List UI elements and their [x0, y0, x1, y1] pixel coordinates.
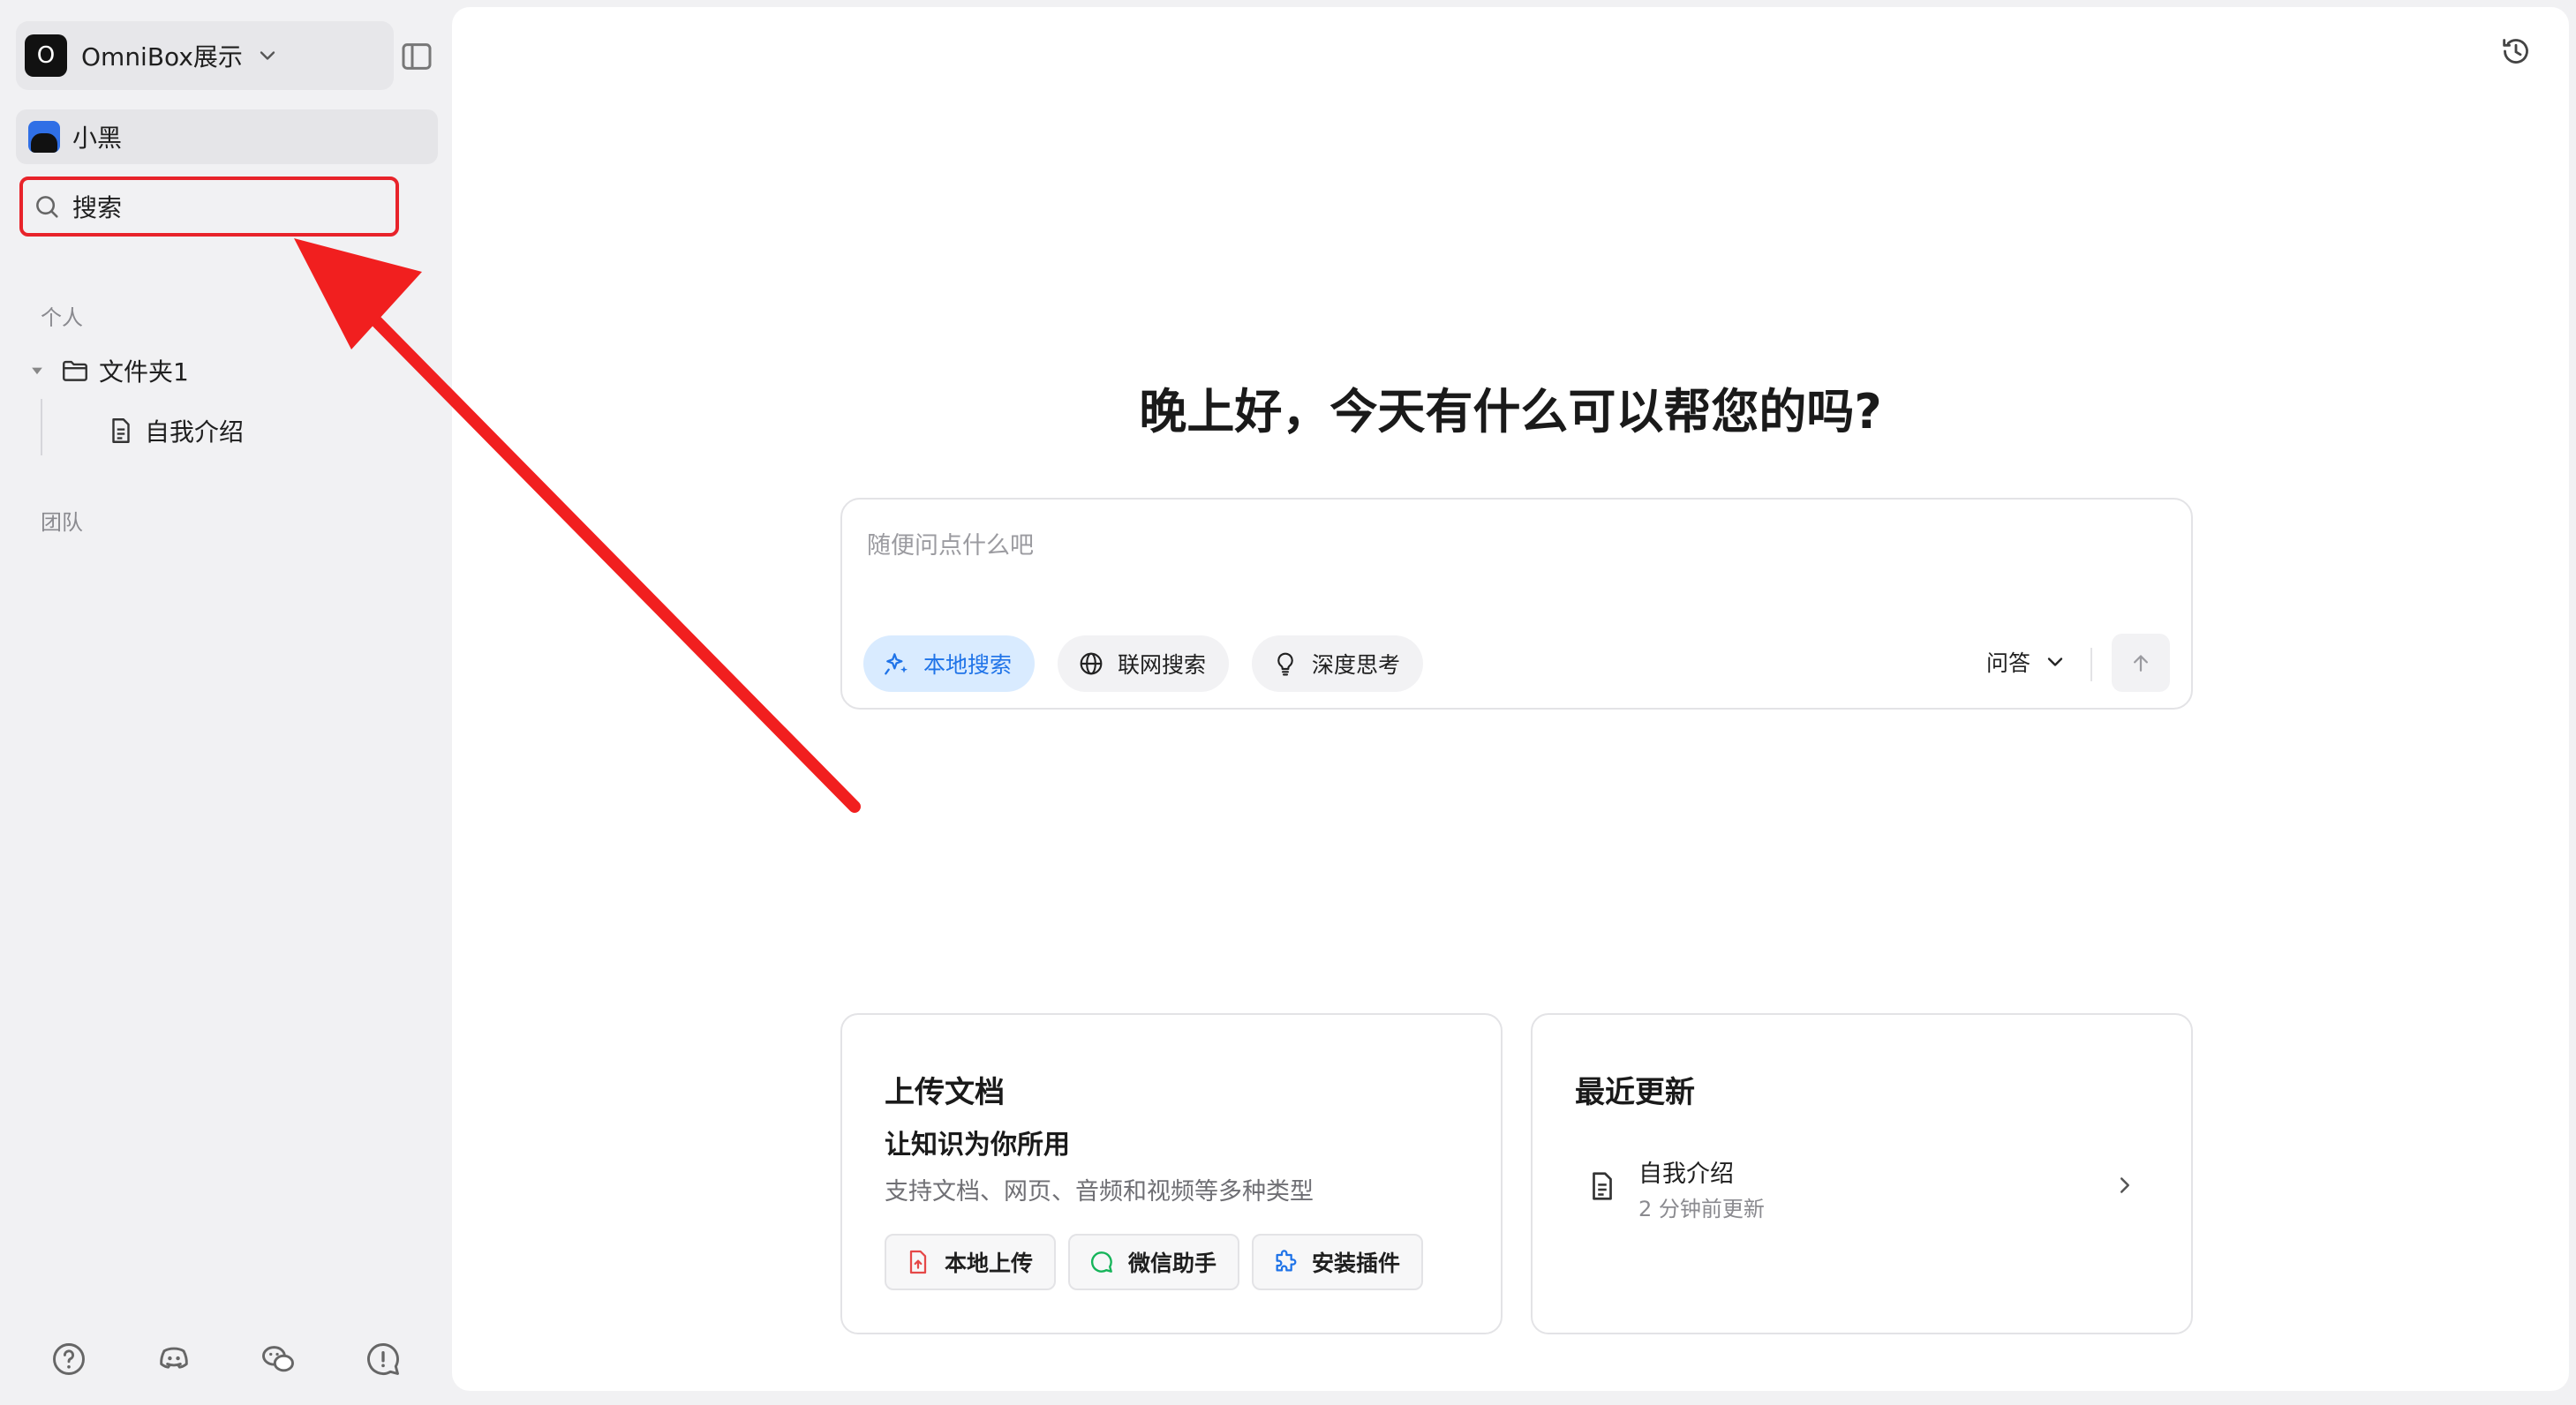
user-item[interactable]: 小黑 [16, 109, 438, 164]
doc-label: 自我介绍 [145, 417, 245, 447]
wechat-icon[interactable] [259, 1340, 298, 1379]
user-avatar [28, 121, 60, 153]
section-team: 团队 [41, 510, 83, 535]
toolbar-divider [2090, 648, 2092, 681]
help-icon[interactable] [49, 1340, 88, 1379]
tree-doc[interactable]: 自我介绍 [106, 413, 244, 448]
sparkle-icon [885, 653, 908, 675]
caret-down-icon[interactable] [28, 362, 46, 379]
upload-card-title: 上传文档 [885, 1075, 1005, 1110]
local-search-chip[interactable]: 本地搜索 [863, 635, 1036, 692]
wechat-helper-label: 微信助手 [1128, 1251, 1217, 1276]
deep-think-label: 深度思考 [1312, 652, 1401, 678]
mode-select-value: 问答 [1985, 650, 2030, 676]
recent-card-title: 最近更新 [1575, 1075, 1695, 1110]
local-search-label: 本地搜索 [923, 652, 1013, 678]
puzzle-icon [1276, 1250, 1297, 1272]
local-upload-button[interactable]: 本地上传 [885, 1234, 1057, 1290]
tree-folder[interactable]: 文件夹1 [28, 353, 189, 388]
web-search-chip[interactable]: 联网搜索 [1058, 635, 1230, 692]
greeting-heading: 晚上好，今天有什么可以帮您的吗? [1139, 384, 1882, 440]
web-search-label: 联网搜索 [1118, 652, 1207, 678]
workspace-avatar: O [25, 34, 67, 77]
chevron-down-icon [260, 51, 275, 60]
mode-select[interactable]: 问答 [1986, 646, 2068, 678]
workspace-switcher[interactable]: O OmniBox展示 [16, 21, 394, 90]
chat-input-placeholder[interactable]: 随便问点什么吧 [867, 526, 1034, 560]
install-plugin-button[interactable]: 安装插件 [1252, 1234, 1424, 1290]
folder-label: 文件夹1 [99, 357, 189, 387]
user-name: 小黑 [72, 124, 123, 153]
tree-guide-line [41, 399, 42, 455]
main-panel: 晚上好，今天有什么可以帮您的吗? 随便问点什么吧 本地搜索 联网搜索 深度思考 … [452, 7, 2569, 1391]
search-icon [36, 196, 58, 218]
section-personal: 个人 [41, 305, 83, 330]
sidebar: O OmniBox展示 小黑 搜索 个人 文件夹1 自我介绍 团队 [0, 0, 452, 1405]
deep-think-chip[interactable]: 深度思考 [1252, 635, 1424, 692]
history-icon[interactable] [2498, 34, 2534, 69]
search-button[interactable]: 搜索 [19, 177, 399, 237]
recent-card: 最近更新 自我介绍 2 分钟前更新 [1531, 1013, 2193, 1334]
send-button[interactable] [2112, 634, 2170, 692]
chevron-down-icon [2047, 657, 2063, 666]
discord-icon[interactable] [154, 1340, 193, 1379]
sidebar-toggle-icon[interactable] [399, 39, 434, 74]
feedback-icon[interactable] [364, 1340, 403, 1379]
arrow-up-icon [2134, 655, 2148, 672]
document-icon [1593, 1172, 1612, 1200]
upload-card: 上传文档 让知识为你所用 支持文档、网页、音频和视频等多种类型 本地上传 微信助… [840, 1013, 1503, 1334]
local-upload-label: 本地上传 [945, 1251, 1034, 1276]
lightbulb-icon [1277, 652, 1293, 676]
chat-input-box[interactable]: 随便问点什么吧 本地搜索 联网搜索 深度思考 问答 [840, 498, 2193, 710]
search-label: 搜索 [72, 193, 123, 222]
workspace-name: OmniBox展示 [81, 42, 243, 71]
sidebar-footer [49, 1340, 403, 1379]
recent-item-time: 2 分钟前更新 [1638, 1197, 1765, 1221]
upload-card-subtitle: 让知识为你所用 [885, 1130, 1070, 1161]
globe-icon [1080, 652, 1103, 675]
recent-item[interactable]: 自我介绍 2 分钟前更新 [1586, 1153, 2150, 1223]
upload-file-icon [909, 1250, 927, 1274]
install-plugin-label: 安装插件 [1312, 1251, 1401, 1276]
folder-icon [63, 360, 87, 381]
recent-item-name: 自我介绍 [1638, 1161, 1734, 1188]
upload-card-desc: 支持文档、网页、音频和视频等多种类型 [885, 1178, 1314, 1206]
chevron-right-icon [2120, 1177, 2129, 1193]
chat-bubble-icon [1091, 1251, 1112, 1273]
wechat-helper-button[interactable]: 微信助手 [1068, 1234, 1240, 1290]
document-icon [112, 418, 130, 443]
